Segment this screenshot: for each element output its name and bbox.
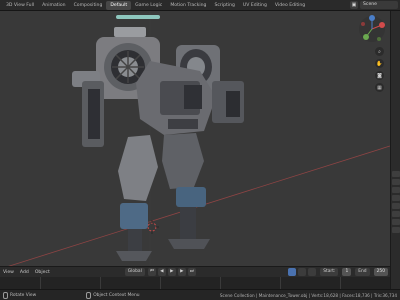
tab-scripting[interactable]: Scripting xyxy=(210,1,238,10)
timeline-header: View Add Object Global ⏮ ◀ ▶ ▶ ⏭ Start: … xyxy=(0,266,390,277)
zoom-icon[interactable]: ⌕ xyxy=(375,47,384,56)
tab-3d-view-full[interactable]: 3D View Full xyxy=(2,1,38,10)
properties-tab-2[interactable] xyxy=(392,179,400,185)
frame-marker xyxy=(100,277,101,289)
status-bar: Rotate View Object Context Menu Scene Co… xyxy=(0,289,400,300)
tab-compositing[interactable]: Compositing xyxy=(70,1,107,10)
keying-toggle[interactable] xyxy=(308,268,317,276)
scene-selector: ▣ Scene xyxy=(350,1,398,9)
snap-toggle[interactable] xyxy=(288,268,297,276)
tab-default[interactable]: Default xyxy=(106,0,132,10)
end-label: End xyxy=(355,268,370,276)
start-label: Start: xyxy=(320,268,339,276)
status-mid-text: Object Context Menu xyxy=(93,292,140,298)
pan-hand-icon[interactable]: ✋ xyxy=(375,59,384,68)
neg-x-handle xyxy=(361,22,365,26)
start-frame-field[interactable]: 1 xyxy=(342,268,352,276)
camera-icon[interactable]: ◙ xyxy=(375,71,384,80)
tab-uv-editing[interactable]: UV Editing xyxy=(239,1,271,10)
viewport-scene xyxy=(0,11,390,289)
play-icon[interactable]: ▶ xyxy=(167,268,176,276)
transport-controls: ⏮ ◀ ▶ ▶ ⏭ xyxy=(147,268,196,276)
jump-end-icon[interactable]: ⏭ xyxy=(187,268,196,276)
grid-icon[interactable]: ▦ xyxy=(375,83,384,92)
frame-marker xyxy=(280,277,281,289)
status-mid-hint: Object Context Menu xyxy=(86,291,140,299)
right-arm xyxy=(212,81,244,123)
properties-strip xyxy=(390,11,400,289)
x-axis-handle xyxy=(379,22,385,28)
jump-start-icon[interactable]: ⏮ xyxy=(147,268,156,276)
prev-key-icon[interactable]: ◀ xyxy=(157,268,166,276)
tab-game-logic[interactable]: Game Logic xyxy=(131,1,166,10)
playback-dropdown[interactable]: Global xyxy=(124,268,145,276)
frame-marker xyxy=(340,277,341,289)
neg-y-handle xyxy=(377,37,381,41)
properties-tab-3[interactable] xyxy=(392,187,400,193)
workspace-tabs: 3D View Full Animation Compositing Defau… xyxy=(0,0,309,11)
z-axis-handle xyxy=(369,15,375,21)
properties-tab-4[interactable] xyxy=(392,195,400,201)
3d-viewport[interactable]: ⌕ ✋ ◙ ▦ arter xyxy=(0,11,390,289)
right-leg xyxy=(162,133,210,249)
overlay-toggle[interactable] xyxy=(298,268,307,276)
tab-video-editing[interactable]: Video Editing xyxy=(271,1,309,10)
frame-marker xyxy=(160,277,161,289)
workspace-topbar: 3D View Full Animation Compositing Defau… xyxy=(0,0,400,11)
end-frame-field[interactable]: 250 xyxy=(373,268,388,276)
transform-gizmo-bar[interactable] xyxy=(116,15,160,19)
properties-tab-1[interactable] xyxy=(392,171,400,177)
properties-tab-5[interactable] xyxy=(392,203,400,209)
properties-tab-8[interactable] xyxy=(392,227,400,233)
navigation-gizmo[interactable] xyxy=(358,15,386,43)
properties-tab-6[interactable] xyxy=(392,211,400,217)
frame-marker xyxy=(40,277,41,289)
menu-object[interactable]: Object xyxy=(32,267,53,278)
menu-view[interactable]: View xyxy=(0,267,17,278)
scene-statistics: Scene Collection | Maintenance_Tower.obj… xyxy=(219,292,397,298)
mech-model xyxy=(72,27,244,261)
mouse-icon xyxy=(86,291,92,299)
status-left-hint: Rotate View xyxy=(3,291,37,299)
left-arm xyxy=(72,71,104,147)
tab-motion-tracking[interactable]: Motion Tracking xyxy=(166,1,210,10)
y-axis-handle xyxy=(363,34,369,40)
properties-tab-7[interactable] xyxy=(392,219,400,225)
frame-marker xyxy=(220,277,221,289)
next-key-icon[interactable]: ▶ xyxy=(177,268,186,276)
timeline-body[interactable] xyxy=(0,277,390,289)
scene-name-field[interactable]: Scene xyxy=(360,1,398,9)
left-leg xyxy=(116,135,158,261)
timeline-right-controls: Start: 1 End 250 xyxy=(288,268,390,276)
status-left-text: Rotate View xyxy=(10,292,37,298)
mouse-icon xyxy=(3,291,8,299)
menu-add[interactable]: Add xyxy=(17,267,32,278)
tab-animation[interactable]: Animation xyxy=(38,1,69,10)
viewport-nav-buttons: ⌕ ✋ ◙ ▦ xyxy=(375,47,384,92)
film-icon[interactable]: ▣ xyxy=(350,1,358,9)
